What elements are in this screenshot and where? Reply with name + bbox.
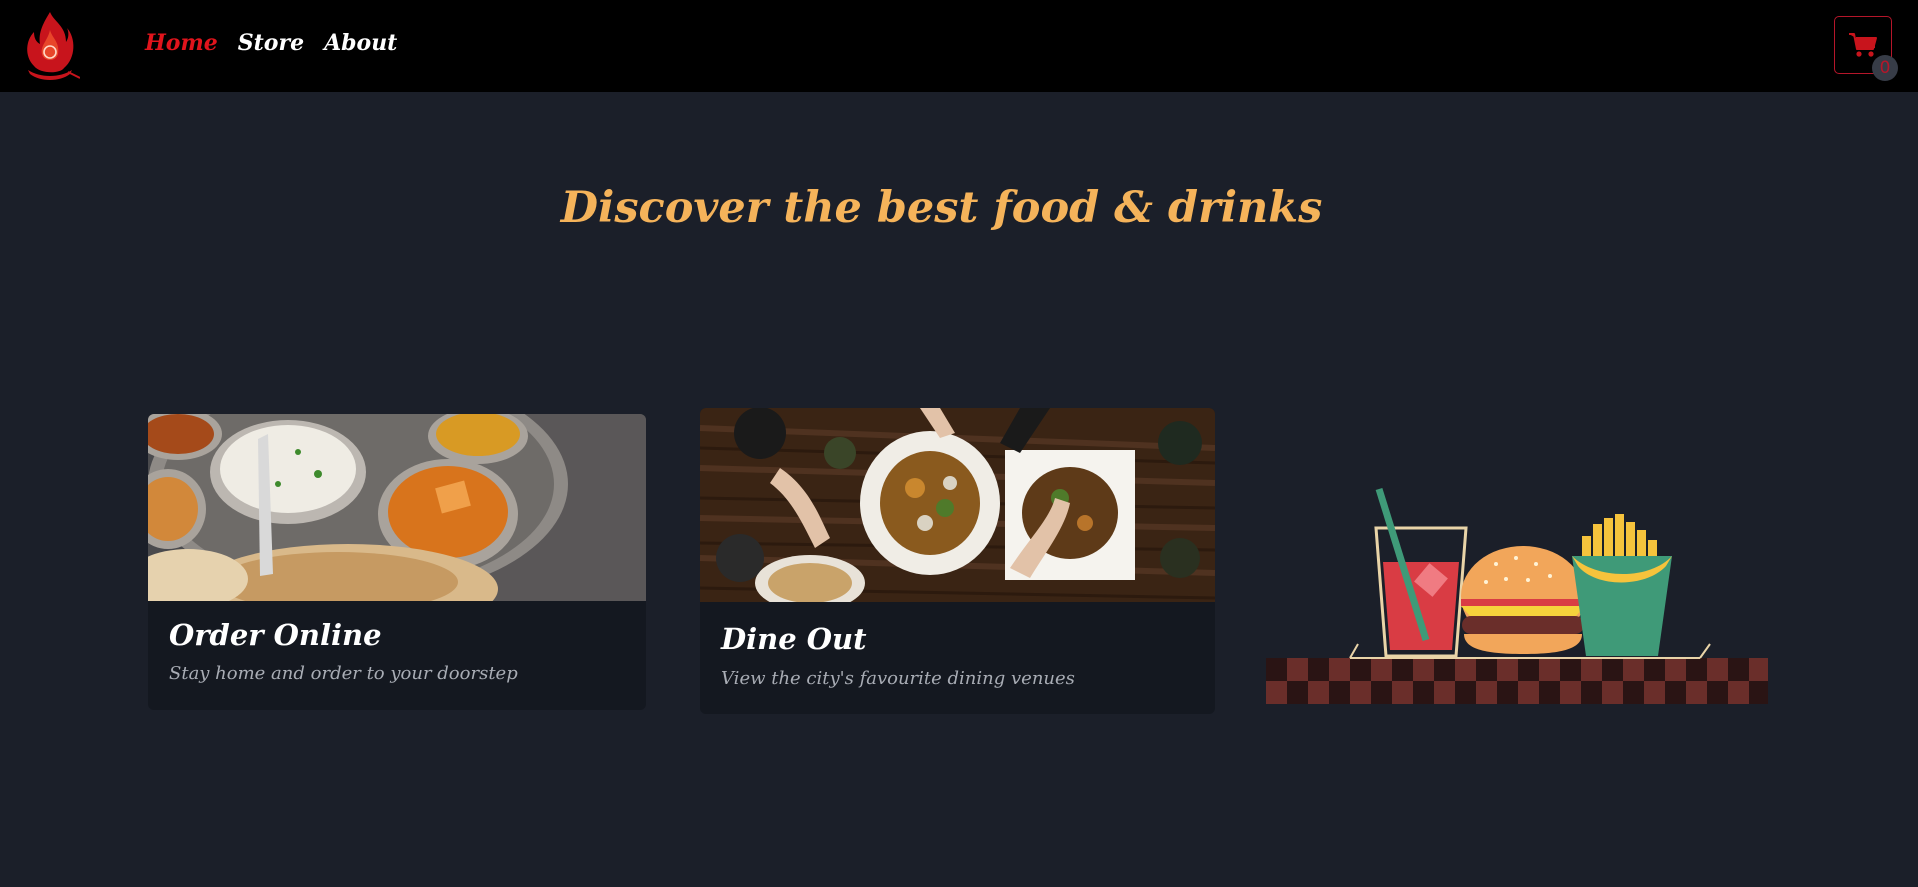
card-title: Order Online xyxy=(169,618,382,652)
order-online-card[interactable]: Order Online Stay home and order to your… xyxy=(148,414,646,710)
cart-button[interactable]: 0 xyxy=(1834,16,1898,81)
restaurant-table-photo xyxy=(700,408,1215,602)
nav-link-store[interactable]: Store xyxy=(238,30,304,56)
flame-logo-icon[interactable] xyxy=(20,8,80,84)
nav-link-about[interactable]: About xyxy=(324,30,397,56)
card-subtitle: Stay home and order to your doorstep xyxy=(169,663,518,684)
card-subtitle: View the city's favourite dining venues xyxy=(721,668,1075,689)
drink-burger-fries-illustration xyxy=(1266,487,1768,704)
cart-icon xyxy=(1849,33,1877,57)
dine-out-card[interactable]: Dine Out View the city's favourite dinin… xyxy=(700,408,1215,714)
indian-thali-photo xyxy=(148,414,646,601)
cart-count-badge: 0 xyxy=(1872,55,1898,81)
card-title: Dine Out xyxy=(721,622,867,656)
hero-title: Discover the best food & drinks xyxy=(560,183,1323,233)
navbar: Home Store About 0 xyxy=(0,0,1918,92)
main-nav: Home Store About xyxy=(145,30,397,56)
nav-link-home[interactable]: Home xyxy=(145,30,218,56)
